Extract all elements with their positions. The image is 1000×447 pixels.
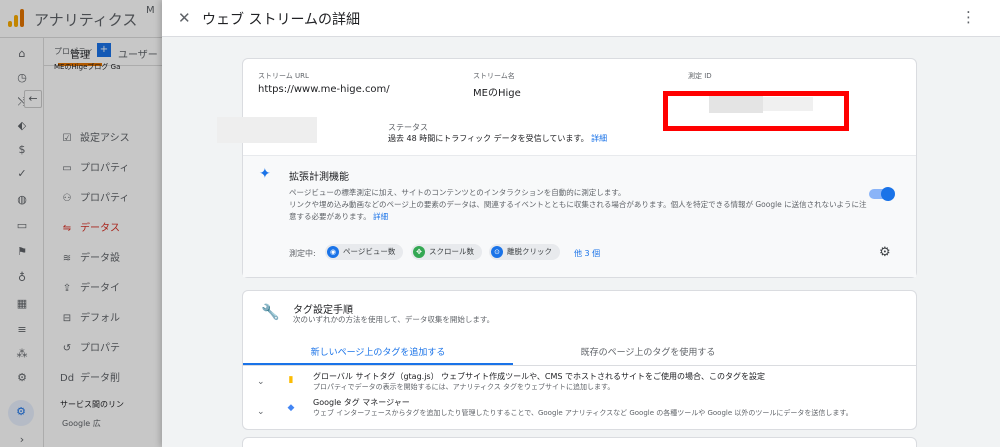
enhanced-measurement-title: 拡張計測機能: [289, 172, 349, 183]
measurement-id-label: 測定 ID: [688, 72, 712, 80]
status-details-link[interactable]: 詳細: [591, 134, 607, 143]
tab-use-existing-tag[interactable]: 既存のページ上のタグを使用する: [513, 345, 783, 358]
scroll-icon: ✥: [413, 246, 425, 258]
chip-outbound-clicks: ⊙ 離脱クリック: [489, 244, 560, 260]
expand-gtag-chevron-icon[interactable]: ⌄: [257, 377, 265, 387]
tagging-instructions-card: 🔧 タグ設定手順 次のいずれかの方法を使用して、データ収集を開始します。 新しい…: [242, 290, 917, 430]
mouse-click-icon: ⊙: [491, 246, 503, 258]
enhanced-details-link[interactable]: 詳細: [373, 212, 388, 221]
tag-manager-icon: ◆: [287, 403, 295, 413]
stream-url-value: https://www.me-hige.com/: [258, 84, 390, 95]
measuring-label: 測定中:: [289, 249, 316, 258]
status-text: 過去 48 時間にトラフィック データを受信しています。 詳細: [388, 134, 608, 143]
stream-name-label: ストリーム名: [473, 72, 515, 80]
more-options-icon[interactable]: ⋮: [961, 8, 976, 26]
status-label: ステータス: [388, 123, 428, 132]
gtag-icon: ▮: [288, 375, 294, 385]
enhanced-measurement-section: ✦ 拡張計測機能 ページビューの標準測定に加え、サイトのコンテンツとのインタラク…: [243, 155, 916, 277]
eye-icon: ◉: [327, 246, 339, 258]
redaction-highlight-box: [663, 91, 849, 131]
wrench-icon: 🔧: [261, 303, 280, 321]
stream-url-label: ストリーム URL: [258, 72, 309, 80]
gtm-title[interactable]: Google タグ マネージャー: [313, 397, 410, 408]
gtag-description: プロパティでデータの表示を開始するには、アナリティクス タグをウェブサイトに追加…: [313, 383, 615, 391]
more-events-link[interactable]: 他 3 個: [574, 248, 600, 259]
chip-scrolls: ✥ スクロール数: [411, 244, 482, 260]
close-icon[interactable]: ✕: [178, 9, 191, 27]
tab-add-new-tag[interactable]: 新しいページ上のタグを追加する: [243, 345, 513, 358]
stream-name-value: MEのHige: [473, 88, 521, 99]
next-card-partial: [242, 437, 917, 447]
gtm-description: ウェブ インターフェースからタグを追加したり管理したりすることで、Google …: [313, 409, 853, 417]
sparkle-icon: ✦: [259, 166, 271, 182]
redacted-stream-preview: [217, 117, 317, 143]
gtag-title[interactable]: グローバル サイトタグ（gtag.js） ウェブサイト作成ツールや、CMS でホ…: [313, 371, 765, 382]
settings-gear-icon[interactable]: ⚙: [879, 245, 891, 260]
enhanced-measurement-description: ページビューの標準測定に加え、サイトのコンテンツとのインタラクションを自動的に測…: [289, 188, 867, 221]
enhanced-measurement-toggle[interactable]: [869, 187, 895, 201]
tab-divider: [243, 365, 916, 366]
chip-page-views: ◉ ページビュー数: [325, 244, 404, 260]
stream-details-card: ストリーム URL https://www.me-hige.com/ ストリーム…: [217, 58, 917, 278]
stream-details-panel: ✕ ウェブ ストリームの詳細 ⋮ ストリーム URL https://www.m…: [162, 0, 1000, 447]
expand-gtm-chevron-icon[interactable]: ⌄: [257, 407, 265, 417]
panel-title: ウェブ ストリームの詳細: [202, 12, 361, 28]
tagging-subtitle: 次のいずれかの方法を使用して、データ収集を開始します。: [293, 315, 495, 324]
panel-header: ✕ ウェブ ストリームの詳細 ⋮: [162, 0, 1000, 37]
